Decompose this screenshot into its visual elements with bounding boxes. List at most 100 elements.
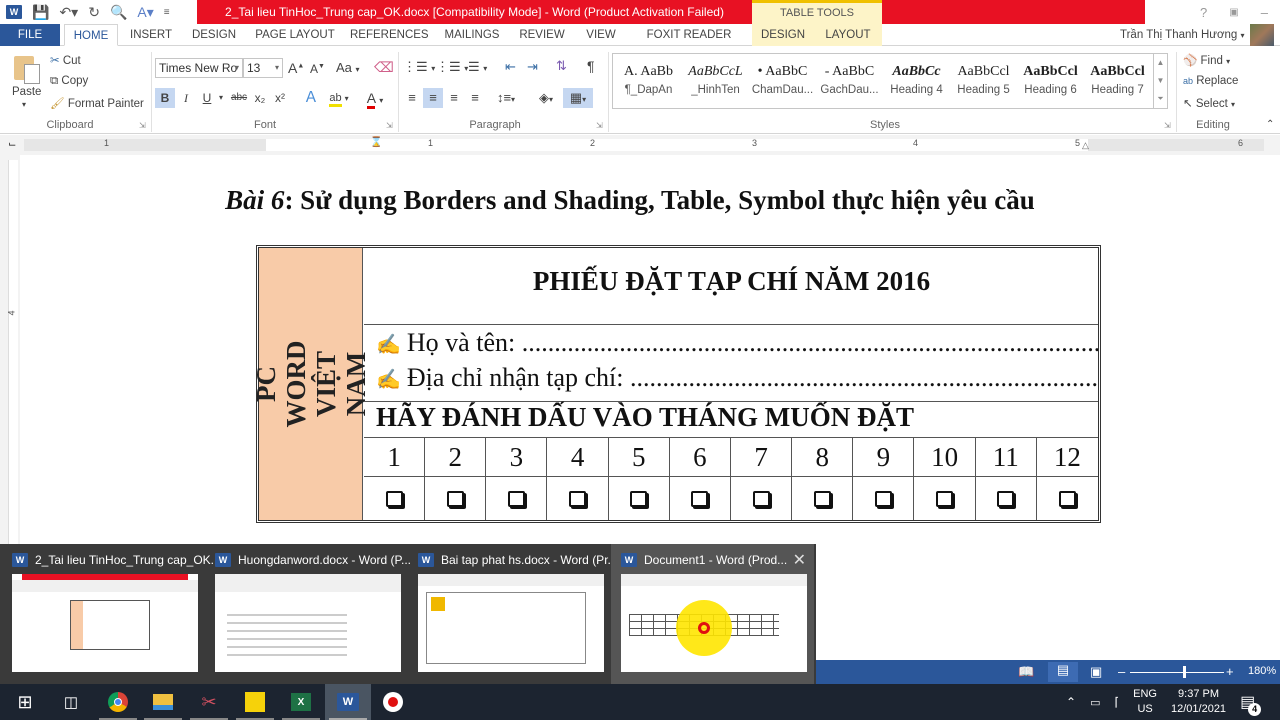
month-checkbox-cell[interactable] — [670, 477, 731, 520]
battery-icon[interactable]: ▭ — [1090, 696, 1100, 709]
checkbox-icon[interactable] — [446, 490, 464, 507]
shading-icon[interactable]: ◈▾ — [532, 88, 560, 108]
customize-qat-icon[interactable]: ≡ — [164, 7, 170, 18]
justify-icon[interactable]: ≡ — [466, 88, 484, 108]
style-chamdau[interactable]: • AaBbC ChamDau... — [749, 54, 816, 108]
paste-dropdown-icon[interactable]: ▾ — [22, 100, 26, 109]
name-field[interactable]: ✍ Họ và tên: ............................… — [376, 328, 1098, 358]
snipping-tool-button[interactable]: ✂ — [186, 684, 232, 720]
month-checkbox-cell[interactable] — [425, 477, 487, 520]
align-left-icon[interactable]: ≡ — [403, 88, 421, 108]
recorder-button[interactable] — [370, 684, 416, 720]
underline-dropdown-icon[interactable]: ▾ — [216, 88, 226, 108]
checkbox-icon[interactable] — [385, 490, 403, 507]
address-field[interactable]: ✍ Địa chỉ nhận tạp chí: .................… — [376, 363, 1098, 393]
tab-file[interactable]: FILE — [0, 24, 60, 46]
style-heading-4[interactable]: AaBbCc Heading 4 — [883, 54, 950, 108]
bold-button[interactable]: B — [155, 88, 175, 108]
paste-icon[interactable] — [12, 54, 42, 84]
month-checkbox-cell[interactable] — [1037, 477, 1098, 520]
copy-button[interactable]: ⧉ Copy — [50, 75, 88, 88]
align-center-icon[interactable]: ≡ — [423, 88, 443, 108]
font-name-select[interactable]: Times New Ro ▾ — [155, 58, 243, 78]
checkbox-icon[interactable] — [569, 490, 587, 507]
task-view-button[interactable]: ◫ — [48, 684, 94, 720]
zoom-in-icon[interactable]: + — [1226, 664, 1234, 679]
sort-icon[interactable]: ⇅ — [556, 58, 567, 74]
bullets-icon[interactable]: ⋮☰ ▾ — [403, 59, 435, 75]
chrome-button[interactable] — [95, 684, 141, 720]
tab-review[interactable]: REVIEW — [516, 24, 568, 46]
paste-button[interactable]: Paste — [12, 86, 41, 98]
style-gachdau[interactable]: - AaBbC GachDau... — [816, 54, 883, 108]
checkbox-icon[interactable] — [630, 490, 648, 507]
multilevel-list-icon[interactable]: ☰ ▾ — [468, 59, 487, 75]
clear-formatting-icon[interactable]: ⌫ — [374, 59, 394, 76]
preview-window[interactable]: W 2_Tai lieu TinHoc_Trung cap_OK... — [2, 544, 221, 684]
checkbox-icon[interactable] — [507, 490, 525, 507]
shrink-font-icon[interactable]: A▼ — [310, 62, 325, 76]
tab-table-design[interactable]: DESIGN — [752, 24, 814, 46]
tab-foxit-reader-pdf[interactable]: FOXIT READER PDF — [636, 24, 742, 63]
style-heading-7[interactable]: AaBbCcl Heading 7 — [1084, 54, 1151, 108]
checkbox-icon[interactable] — [1058, 490, 1076, 507]
ribbon-display-icon[interactable]: ▣ — [1229, 7, 1238, 18]
word-icon[interactable]: W — [6, 5, 22, 19]
month-checkbox-cell[interactable] — [548, 477, 609, 520]
subscript-button[interactable]: x₂ — [252, 88, 268, 108]
style-hinhten[interactable]: AaBbCcL _HinhTen — [682, 54, 749, 108]
scroll-up-icon[interactable]: ▲ — [1154, 54, 1167, 72]
borders-icon[interactable]: ▦▾ — [563, 88, 593, 108]
cut-button[interactable]: ✂ Cut — [50, 53, 81, 67]
month-checkbox-cell[interactable] — [609, 477, 670, 520]
spelling-icon[interactable]: A▾ — [137, 4, 153, 21]
tab-home[interactable]: HOME — [64, 24, 118, 46]
file-explorer-button[interactable] — [140, 684, 186, 720]
paragraph-launcher-icon[interactable]: ⇲ — [596, 121, 603, 130]
highlight-color-icon[interactable]: ab ▾ — [324, 88, 354, 108]
checkbox-icon[interactable] — [936, 490, 954, 507]
wifi-icon[interactable]: ⌈ — [1114, 695, 1119, 709]
read-mode-icon[interactable]: 📖 — [1018, 664, 1034, 680]
tab-page-layout[interactable]: PAGE LAYOUT — [254, 24, 336, 46]
decrease-indent-icon[interactable]: ⇤ — [505, 59, 516, 75]
right-indent-marker-icon[interactable]: △ — [1082, 140, 1089, 151]
month-checkbox-cell[interactable] — [792, 477, 854, 520]
start-button[interactable]: ⊞ — [2, 684, 48, 720]
align-right-icon[interactable]: ≡ — [445, 88, 463, 108]
zoom-level[interactable]: 180% — [1248, 665, 1276, 677]
undo-icon[interactable]: ↶▾ — [59, 4, 78, 21]
style-heading-6[interactable]: AaBbCcl Heading 6 — [1017, 54, 1084, 108]
word-taskbar-button[interactable]: W — [325, 684, 371, 720]
checkbox-icon[interactable] — [997, 490, 1015, 507]
select-button[interactable]: ↖ Select ▾ — [1183, 96, 1235, 110]
replace-button[interactable]: ab Replace — [1183, 75, 1238, 87]
input-language[interactable]: ENG US — [1133, 687, 1157, 717]
web-layout-icon[interactable]: ▣ — [1090, 664, 1102, 680]
zoom-slider[interactable] — [1130, 672, 1224, 673]
line-spacing-icon[interactable]: ↕≡▾ — [492, 88, 520, 108]
zoom-out-icon[interactable]: – — [1118, 664, 1125, 679]
underline-button[interactable]: U — [198, 88, 216, 108]
print-layout-icon[interactable]: ▤ — [1048, 662, 1078, 682]
style-dapan[interactable]: A. AaBb ¶_DapAn — [615, 54, 682, 108]
preview-window-active[interactable]: W Document1 - Word (Prod... ✕ — [611, 544, 814, 684]
month-checkbox-cell[interactable] — [731, 477, 793, 520]
grow-font-icon[interactable]: A▲ — [288, 60, 304, 76]
month-checkbox-cell[interactable] — [486, 477, 548, 520]
styles-launcher-icon[interactable]: ⇲ — [1164, 121, 1171, 130]
checkbox-icon[interactable] — [691, 490, 709, 507]
show-hide-marks-icon[interactable]: ¶ — [587, 58, 595, 74]
collapse-ribbon-icon[interactable]: ⌃ — [1266, 119, 1274, 130]
font-launcher-icon[interactable]: ⇲ — [386, 121, 393, 130]
checkbox-icon[interactable] — [752, 490, 770, 507]
tab-insert[interactable]: INSERT — [126, 24, 176, 46]
redo-icon[interactable]: ↻ — [88, 4, 100, 21]
find-button[interactable]: ⚾ Find ▾ — [1183, 53, 1230, 67]
numbering-icon[interactable]: ⋮☰ ▾ — [436, 59, 468, 75]
tab-selector-icon[interactable]: ⌙ — [8, 139, 16, 150]
checkbox-icon[interactable] — [813, 490, 831, 507]
more-styles-icon[interactable]: ⏷ — [1154, 90, 1167, 108]
preview-window[interactable]: W Bai tap phat hs.docx - Word (Pr... — [408, 544, 618, 684]
checkbox-icon[interactable] — [874, 490, 892, 507]
